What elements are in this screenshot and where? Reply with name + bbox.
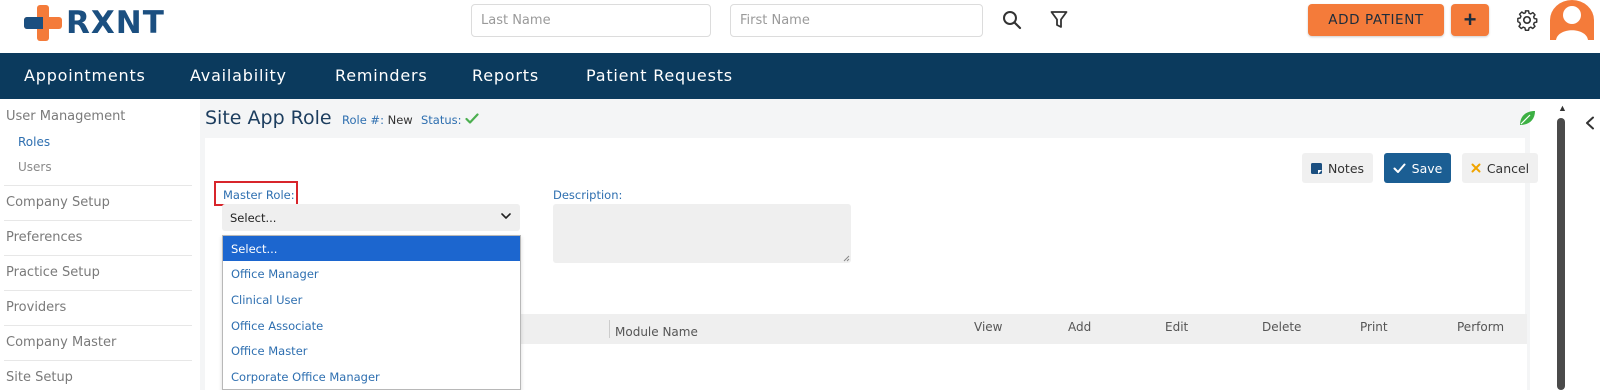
nav-reminders[interactable]: Reminders: [335, 66, 428, 85]
sidebar-item-company-master[interactable]: Company Master: [6, 335, 116, 350]
top-header: RXNT ADD PATIENT +: [0, 0, 1600, 53]
sidebar-divider: [4, 220, 192, 221]
chevron-down-icon: [501, 213, 511, 219]
sidebar-item-practice-setup[interactable]: Practice Setup: [6, 265, 100, 280]
user-avatar[interactable]: [1550, 0, 1594, 40]
col-delete[interactable]: Delete: [1262, 320, 1301, 334]
nav-patient-requests[interactable]: Patient Requests: [586, 66, 733, 85]
chevron-left-icon[interactable]: [1585, 116, 1595, 135]
col-edit[interactable]: Edit: [1165, 320, 1188, 334]
logo-cross-icon: [24, 5, 62, 41]
save-button[interactable]: Save: [1384, 153, 1451, 183]
role-value: New: [387, 113, 413, 127]
add-patient-button[interactable]: ADD PATIENT: [1308, 4, 1444, 36]
check-icon: [465, 113, 479, 124]
notes-label: Notes: [1327, 160, 1365, 176]
sidebar-item-site-setup[interactable]: Site Setup: [6, 370, 73, 385]
description-label: Description:: [553, 188, 623, 202]
master-role-label: Master Role:: [223, 188, 295, 202]
cancel-button[interactable]: Cancel: [1462, 153, 1538, 183]
col-module-name[interactable]: Module Name: [615, 325, 698, 339]
col-add[interactable]: Add: [1068, 320, 1091, 334]
leaf-icon[interactable]: [1518, 110, 1536, 131]
notes-icon: [1310, 162, 1322, 174]
sidebar-divider: [4, 185, 192, 186]
nav-availability[interactable]: Availability: [190, 66, 287, 85]
resize-handle-icon[interactable]: [843, 255, 850, 262]
dropdown-option[interactable]: Select...: [223, 236, 520, 261]
col-print[interactable]: Print: [1360, 320, 1388, 334]
status: Status:: [421, 113, 479, 127]
sidebar-item-providers[interactable]: Providers: [6, 300, 66, 315]
master-role-dropdown: Select... Office Manager Clinical User O…: [222, 235, 521, 390]
col-view[interactable]: View: [974, 320, 1002, 334]
sidebar-item-user-management[interactable]: User Management: [6, 109, 125, 124]
sidebar-divider: [4, 255, 192, 256]
last-name-input[interactable]: [471, 4, 711, 37]
check-icon: [1393, 163, 1406, 173]
filter-icon[interactable]: [1047, 8, 1071, 32]
sidebar-divider: [4, 290, 192, 291]
rxnt-logo[interactable]: RXNT: [24, 4, 165, 42]
search-icon[interactable]: [1000, 8, 1024, 32]
dropdown-option[interactable]: Corporate Office Manager: [223, 364, 520, 389]
scrollbar-thumb[interactable]: [1557, 118, 1565, 390]
add-plus-button[interactable]: +: [1451, 4, 1489, 36]
dropdown-option[interactable]: Office Manager: [223, 261, 520, 286]
dropdown-option[interactable]: Office Master: [223, 338, 520, 363]
sidebar: User Management Roles Users Company Setu…: [0, 99, 195, 390]
nav-reports[interactable]: Reports: [472, 66, 539, 85]
dropdown-option[interactable]: Clinical User: [223, 287, 520, 312]
save-label: Save: [1411, 160, 1443, 176]
logo-text: RXNT: [66, 5, 165, 41]
close-icon: [1471, 163, 1481, 173]
role-label: Role #:: [342, 113, 384, 127]
permissions-table-body: [521, 344, 1527, 390]
sidebar-divider: [4, 325, 192, 326]
sidebar-item-users[interactable]: Users: [18, 160, 52, 174]
dropdown-option[interactable]: Office Associate: [223, 313, 520, 338]
notes-button[interactable]: Notes: [1302, 153, 1373, 183]
status-label: Status:: [421, 113, 462, 127]
first-name-input[interactable]: [730, 4, 983, 37]
sidebar-item-preferences[interactable]: Preferences: [6, 230, 82, 245]
sidebar-item-company-setup[interactable]: Company Setup: [6, 195, 110, 210]
nav-appointments[interactable]: Appointments: [24, 66, 146, 85]
col-perform[interactable]: Perform: [1457, 320, 1504, 334]
sidebar-item-roles[interactable]: Roles: [18, 135, 50, 149]
page-title: Site App Role: [205, 107, 332, 129]
main-nav: Appointments Availability Reminders Repo…: [0, 53, 1600, 99]
sidebar-divider: [4, 360, 192, 361]
role-number: Role #: New: [342, 113, 413, 127]
gear-icon[interactable]: [1515, 8, 1539, 32]
description-field[interactable]: [553, 204, 851, 263]
master-role-select[interactable]: Select...: [222, 204, 520, 231]
column-separator: [609, 320, 610, 338]
scroll-up-icon[interactable]: ▲: [1558, 103, 1567, 113]
master-role-value: Select...: [230, 211, 277, 225]
cancel-label: Cancel: [1486, 160, 1530, 176]
